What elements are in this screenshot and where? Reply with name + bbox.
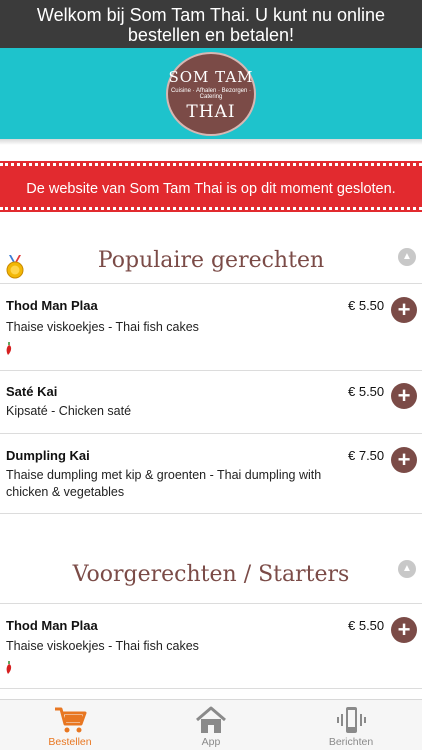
closed-notice: De website van Som Tam Thai is op dit mo… bbox=[0, 161, 422, 212]
tab-label: App bbox=[201, 736, 221, 748]
add-to-cart-button[interactable]: + bbox=[391, 297, 417, 323]
item-description: Thaise viskoekjes - Thai fish cakes bbox=[6, 639, 199, 653]
collapse-popular-button[interactable]: ▲ bbox=[398, 248, 416, 266]
chili-pepper-icon bbox=[6, 661, 12, 674]
item-price: € 5.50 bbox=[348, 384, 385, 399]
home-icon bbox=[196, 706, 226, 733]
tab-bestellen[interactable]: Bestellen bbox=[0, 700, 140, 750]
item-description: Thaise dumpling met kip & groenten - Tha… bbox=[6, 468, 322, 499]
tab-label: Berichten bbox=[328, 736, 374, 748]
menu-item[interactable]: Dumpling Kai Thaise dumpling met kip & g… bbox=[0, 434, 422, 514]
plus-icon: + bbox=[397, 617, 411, 642]
menu-item[interactable]: Saté Kai Kipsaté - Chicken saté € 5.50 + bbox=[0, 371, 422, 434]
item-name: Thod Man Plaa bbox=[6, 618, 98, 633]
item-name: Dumpling Kai bbox=[6, 448, 90, 463]
restaurant-logo: SOM TAM Cuisine · Afhalen · Bezorgen · C… bbox=[166, 52, 256, 136]
add-to-cart-button[interactable]: + bbox=[391, 383, 417, 409]
welcome-line-1: Welkom bij Som Tam Thai. U kunt nu onlin… bbox=[36, 5, 386, 25]
welcome-line-2: bestellen en betalen! bbox=[127, 25, 295, 45]
item-price: € 7.50 bbox=[348, 448, 385, 463]
add-to-cart-button[interactable]: + bbox=[391, 447, 417, 473]
item-name: Thod Man Plaa bbox=[6, 298, 98, 313]
header-shadow bbox=[0, 139, 422, 145]
tab-label: Bestellen bbox=[48, 736, 92, 748]
phone-vibrate-icon bbox=[337, 707, 366, 733]
chili-pepper-icon bbox=[6, 342, 12, 355]
chevron-up-icon: ▲ bbox=[402, 251, 412, 262]
item-price: € 5.50 bbox=[348, 298, 385, 313]
item-description: Kipsaté - Chicken saté bbox=[6, 404, 132, 418]
logo-text-bottom: THAI bbox=[186, 102, 236, 122]
item-price: € 5.50 bbox=[348, 618, 385, 633]
tab-app[interactable]: App bbox=[141, 700, 281, 750]
section-title-starters: Voorgerechten / Starters bbox=[72, 562, 350, 587]
collapse-starters-button[interactable]: ▲ bbox=[398, 560, 416, 578]
welcome-banner: Welkom bij Som Tam Thai. U kunt nu onlin… bbox=[0, 0, 422, 48]
item-name: Saté Kai bbox=[6, 384, 58, 399]
plus-icon: + bbox=[397, 447, 411, 472]
plus-icon: + bbox=[397, 297, 411, 322]
plus-icon: + bbox=[397, 383, 411, 408]
tab-berichten[interactable]: Berichten bbox=[281, 700, 421, 750]
chevron-up-icon: ▲ bbox=[402, 563, 412, 574]
cart-icon bbox=[55, 707, 87, 733]
logo-tagline: Cuisine · Afhalen · Bezorgen · Catering bbox=[170, 88, 252, 100]
logo-text-top: SOM TAM bbox=[168, 68, 254, 86]
menu-item[interactable]: Thod Man Plaa Thaise viskoekjes - Thai f… bbox=[0, 603, 422, 689]
add-to-cart-button[interactable]: + bbox=[391, 617, 417, 643]
item-description: Thaise viskoekjes - Thai fish cakes bbox=[6, 320, 199, 334]
menu-item[interactable]: Thod Man Plaa Thaise viskoekjes - Thai f… bbox=[0, 283, 422, 371]
bottom-tab-bar: Bestellen App Berichten bbox=[0, 699, 422, 750]
section-title-popular: Populaire gerechten bbox=[97, 248, 325, 273]
